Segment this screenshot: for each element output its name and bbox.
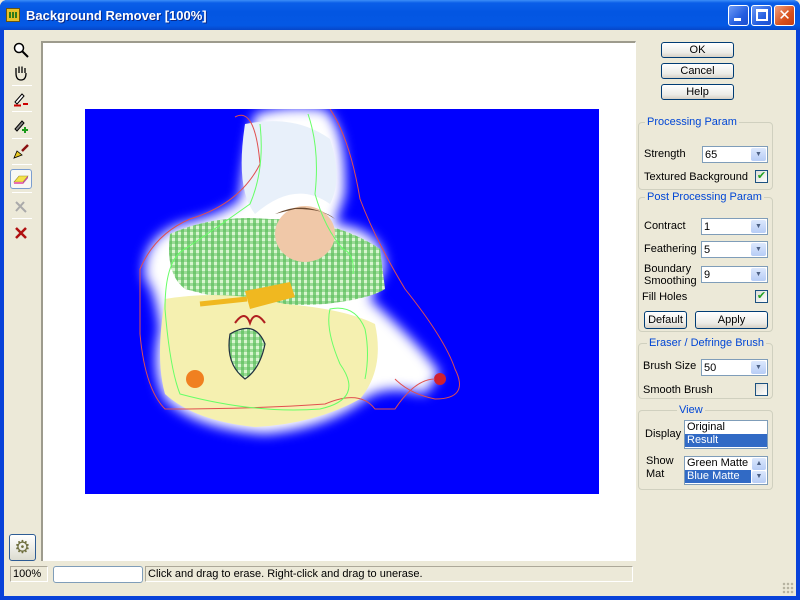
feathering-value: 5 xyxy=(704,244,711,256)
eraser-tool-button[interactable] xyxy=(10,169,32,189)
title-bar[interactable]: Background Remover [100%] ✕ xyxy=(0,0,800,30)
apply-button[interactable]: Apply xyxy=(695,311,768,329)
close-button[interactable]: ✕ xyxy=(774,5,795,26)
textured-background-checkbox[interactable]: ✔ xyxy=(755,170,768,183)
boundary-label-line1: Boundary xyxy=(644,263,692,275)
cancel-button[interactable]: Cancel xyxy=(661,63,734,79)
boundary-label-line2: Smoothing xyxy=(644,275,697,287)
eraser-icon xyxy=(13,175,29,184)
zoom-level: 100% xyxy=(10,566,48,582)
boundary-smoothing-label: Boundary Smoothing xyxy=(644,263,697,287)
chevron-down-icon[interactable]: ▼ xyxy=(751,268,766,281)
toolbar-separator xyxy=(12,138,32,139)
group-title: Post Processing Param xyxy=(645,191,764,203)
image-canvas[interactable] xyxy=(41,41,636,561)
brush-tool-button[interactable] xyxy=(10,142,32,162)
display-option-original[interactable]: Original xyxy=(685,421,767,434)
minimize-button[interactable] xyxy=(728,5,749,26)
brush-size-value: 50 xyxy=(704,362,717,374)
pen-minus-icon xyxy=(14,93,28,107)
display-option-result[interactable]: Result xyxy=(685,434,767,447)
contract-label: Contract xyxy=(644,220,686,232)
smooth-brush-checkbox[interactable] xyxy=(755,383,768,396)
show-mat-line1: Show xyxy=(646,455,674,467)
view-group: View Display Original Result Show Mat Gr… xyxy=(638,404,773,490)
display-label: Display xyxy=(645,428,682,440)
group-title: View xyxy=(677,404,705,416)
toolbar-separator xyxy=(12,85,32,86)
pen-plus-icon xyxy=(14,120,28,133)
processing-param-group: Processing Param Strength 65 ▼ Textured … xyxy=(638,116,773,190)
keep-marker-tool-button[interactable] xyxy=(10,116,32,136)
scroll-down-icon[interactable]: ▼ xyxy=(752,471,766,483)
status-message: Click and drag to erase. Right-click and… xyxy=(145,566,633,582)
show-mat-line2: Mat xyxy=(646,468,665,480)
clear-tool-button[interactable] xyxy=(10,223,32,243)
feathering-label: Feathering xyxy=(644,243,697,255)
toolbar-separator xyxy=(12,192,32,193)
ok-button[interactable]: OK xyxy=(661,42,734,58)
mat-listbox[interactable]: Green Matte Blue Matte ▲ ▼ xyxy=(684,456,768,485)
settings-button[interactable]: ⚙ xyxy=(9,534,36,561)
brush-icon xyxy=(13,144,29,159)
maximize-icon xyxy=(756,9,768,21)
resize-grip[interactable] xyxy=(782,582,794,594)
toolbar-separator xyxy=(12,164,32,165)
app-window: Background Remover [100%] ✕ ⚙ 100% Click… xyxy=(0,0,800,600)
fill-holes-checkbox[interactable]: ✔ xyxy=(755,290,768,303)
zoom-tool-button[interactable] xyxy=(10,40,32,60)
hand-icon xyxy=(15,66,27,81)
chevron-down-icon[interactable]: ▼ xyxy=(751,361,766,374)
progress-bar xyxy=(53,566,143,583)
textured-background-label: Textured Background xyxy=(644,171,748,183)
help-button[interactable]: Help xyxy=(661,84,734,100)
boundary-smoothing-value: 9 xyxy=(704,269,711,281)
show-mat-label: Show Mat xyxy=(646,455,674,481)
smooth-brush-label: Smooth Brush xyxy=(643,384,713,396)
toolbar-separator xyxy=(12,218,32,219)
magnifier-icon xyxy=(13,42,29,58)
group-title: Eraser / Defringe Brush xyxy=(647,337,766,349)
defringe-tool-button[interactable] xyxy=(10,196,32,216)
chevron-down-icon[interactable]: ▼ xyxy=(751,220,766,233)
scroll-up-icon[interactable]: ▲ xyxy=(752,458,766,470)
maximize-button[interactable] xyxy=(751,5,772,26)
delete-x-icon xyxy=(15,227,27,239)
hand-tool-button[interactable] xyxy=(10,63,32,83)
app-icon xyxy=(6,8,20,22)
chevron-down-icon[interactable]: ▼ xyxy=(751,243,766,256)
remove-marker-tool-button[interactable] xyxy=(10,89,32,109)
group-title: Processing Param xyxy=(645,116,739,128)
brush-size-label: Brush Size xyxy=(643,360,697,372)
display-listbox[interactable]: Original Result xyxy=(684,420,768,449)
strength-label: Strength xyxy=(644,148,686,160)
strength-combo[interactable]: 65 ▼ xyxy=(702,146,768,163)
mat-option-blue[interactable]: Blue Matte xyxy=(685,470,751,483)
chevron-down-icon[interactable]: ▼ xyxy=(751,148,766,161)
close-icon: ✕ xyxy=(778,7,791,24)
gear-icon: ⚙ xyxy=(14,537,31,557)
result-image[interactable] xyxy=(85,109,599,494)
brush-size-combo[interactable]: 50 ▼ xyxy=(701,359,768,376)
brush-group: Eraser / Defringe Brush Brush Size 50 ▼ … xyxy=(638,337,773,399)
boundary-smoothing-combo[interactable]: 9 ▼ xyxy=(701,266,768,283)
window-title: Background Remover [100%] xyxy=(26,8,207,23)
fill-holes-label: Fill Holes xyxy=(642,291,688,303)
post-processing-group: Post Processing Param Contract 1 ▼ Feath… xyxy=(638,191,773,332)
feathering-combo[interactable]: 5 ▼ xyxy=(701,241,768,258)
default-button[interactable]: Default xyxy=(644,311,687,329)
mat-option-green[interactable]: Green Matte xyxy=(685,457,751,470)
contract-value: 1 xyxy=(704,221,711,233)
minimize-icon xyxy=(734,18,741,21)
toolbar-separator xyxy=(12,111,32,112)
defringe-icon xyxy=(15,201,27,213)
subject-cutout xyxy=(139,109,460,434)
contract-combo[interactable]: 1 ▼ xyxy=(701,218,768,235)
client-area: ⚙ 100% Click and drag to erase. Right-cl… xyxy=(4,30,796,596)
strength-value: 65 xyxy=(705,149,718,161)
